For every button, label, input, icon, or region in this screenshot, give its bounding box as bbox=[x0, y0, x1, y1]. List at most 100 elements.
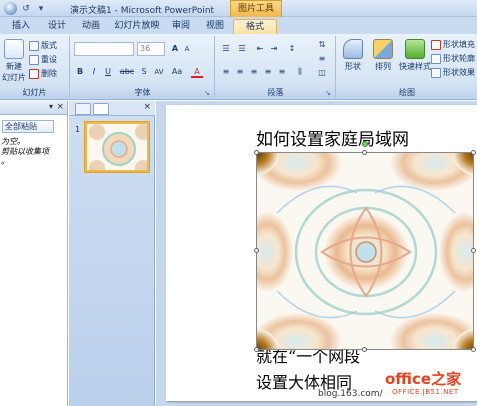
group-label-paragraph: 段落 bbox=[216, 87, 335, 98]
align-right-icon[interactable]: ≡ bbox=[248, 66, 260, 78]
bold-button[interactable]: B bbox=[74, 66, 86, 78]
clipboard-pane: ▾ × 全部粘贴 为空。 剪贴以收集项 。 bbox=[0, 101, 68, 406]
group-font: 36 A A B I U abc S AV Aa A 字体 ↘ bbox=[71, 36, 215, 98]
clipboard-text-line: 为空。 bbox=[1, 137, 25, 146]
layout-button[interactable]: 版式 bbox=[29, 40, 57, 52]
grow-font-button[interactable]: A bbox=[169, 43, 181, 55]
increase-indent-icon[interactable]: ⇥ bbox=[268, 43, 280, 55]
resize-handle[interactable] bbox=[254, 347, 259, 352]
tab-outline-view[interactable] bbox=[75, 103, 91, 115]
align-text-icon[interactable]: ≡ bbox=[316, 53, 328, 65]
slide-title[interactable]: 如何设置家庭局域网 bbox=[256, 125, 409, 150]
shape-fill-label: 形状填充 bbox=[443, 40, 475, 49]
text-direction-icon[interactable]: ⇅ bbox=[316, 39, 328, 51]
clipboard-pane-header: ▾ × bbox=[0, 101, 67, 115]
justify-icon[interactable]: ≡ bbox=[262, 66, 274, 78]
tab-review[interactable]: 审阅 bbox=[166, 19, 196, 34]
delete-label: 删除 bbox=[41, 69, 57, 78]
rotate-handle[interactable] bbox=[362, 141, 368, 147]
tab-slides-view[interactable] bbox=[93, 103, 109, 115]
dropdown-icon[interactable]: ▾ bbox=[35, 3, 47, 15]
ribbon-tabs: 插入 设计 动画 幻灯片放映 审阅 视图 格式 bbox=[0, 17, 477, 34]
arrange-icon bbox=[373, 39, 393, 59]
decrease-indent-icon[interactable]: ⇤ bbox=[254, 43, 266, 55]
font-name-combo[interactable] bbox=[74, 42, 134, 56]
shrink-font-button[interactable]: A bbox=[181, 43, 193, 55]
tab-animation[interactable]: 动画 bbox=[76, 19, 106, 34]
char-spacing-button[interactable]: AV bbox=[151, 66, 167, 78]
reset-icon bbox=[29, 55, 39, 65]
blog-watermark: blog.163.com/ bbox=[318, 389, 383, 399]
resize-handle[interactable] bbox=[362, 347, 367, 352]
undo-icon[interactable]: ↺ bbox=[20, 3, 32, 15]
arrange-button[interactable]: 排列 bbox=[369, 39, 397, 72]
line-spacing-icon[interactable]: ↕ bbox=[286, 43, 298, 55]
slide-thumbnail[interactable] bbox=[85, 122, 149, 172]
resize-handle[interactable] bbox=[254, 248, 259, 253]
bullets-icon[interactable]: ☰ bbox=[220, 43, 232, 55]
pane-options-icon[interactable]: ▾ bbox=[49, 102, 53, 111]
distribute-icon[interactable]: ≡ bbox=[276, 66, 288, 78]
resize-handle[interactable] bbox=[471, 347, 476, 352]
underline-button[interactable]: U bbox=[102, 66, 114, 78]
paste-all-button[interactable]: 全部粘贴 bbox=[2, 120, 54, 133]
shapes-icon bbox=[343, 39, 363, 59]
clipboard-text-line: 剪贴以收集项 bbox=[1, 147, 49, 156]
shape-outline-button[interactable]: 形状轮廓 bbox=[431, 53, 475, 65]
arrange-label: 排列 bbox=[375, 62, 391, 71]
office-home-domain: OFFICE.JB51.NET bbox=[392, 388, 459, 396]
clipboard-empty-message: 为空。 剪贴以收集项 。 bbox=[1, 137, 49, 167]
font-size-combo[interactable]: 36 bbox=[137, 42, 165, 56]
italic-button[interactable]: I bbox=[88, 66, 100, 78]
tab-format[interactable]: 格式 bbox=[233, 19, 277, 34]
close-icon[interactable]: × bbox=[56, 102, 64, 112]
picture-tools-context-label: 图片工具 bbox=[230, 0, 282, 17]
font-dialog-launcher-icon[interactable]: ↘ bbox=[204, 89, 212, 97]
decorative-pattern-image bbox=[257, 153, 473, 349]
slide-canvas[interactable]: 如何设置家庭局域网 就在“一个网段 设置大体相同 bbox=[166, 105, 477, 401]
numbering-icon[interactable]: ☰ bbox=[236, 43, 248, 55]
slides-pane: × 1 bbox=[69, 101, 155, 406]
resize-handle[interactable] bbox=[254, 150, 259, 155]
change-case-button[interactable]: Aa bbox=[169, 66, 185, 78]
align-center-icon[interactable]: ≡ bbox=[234, 66, 246, 78]
ribbon: 新建 幻灯片 版式 重设 删除 幻灯片 36 A A B I U abc S A… bbox=[0, 34, 477, 100]
group-label-drawing: 绘图 bbox=[337, 87, 477, 98]
office-home-logo: office之家 bbox=[385, 370, 462, 388]
shapes-button[interactable]: 形状 bbox=[339, 39, 367, 72]
tab-design[interactable]: 设计 bbox=[42, 19, 72, 34]
effects-icon bbox=[431, 68, 441, 78]
tab-slideshow[interactable]: 幻灯片放映 bbox=[112, 19, 162, 34]
reset-button[interactable]: 重设 bbox=[29, 54, 57, 66]
title-bar: ↺ ▾ 演示文稿1 - Microsoft PowerPoint 图片工具 bbox=[0, 0, 477, 17]
quick-access-toolbar: ↺ ▾ bbox=[4, 2, 47, 15]
text-shadow-button[interactable]: S bbox=[138, 66, 150, 78]
paragraph-dialog-launcher-icon[interactable]: ↘ bbox=[325, 89, 333, 97]
group-label-slides: 幻灯片 bbox=[0, 87, 69, 98]
resize-handle[interactable] bbox=[471, 150, 476, 155]
tab-insert[interactable]: 插入 bbox=[6, 19, 36, 34]
close-icon[interactable]: × bbox=[143, 102, 151, 112]
shape-effects-button[interactable]: 形状效果 bbox=[431, 67, 475, 79]
shape-fill-button[interactable]: 形状填充 bbox=[431, 39, 475, 51]
columns-icon[interactable]: ⫼ bbox=[294, 66, 306, 78]
window-title: 演示文稿1 - Microsoft PowerPoint bbox=[70, 6, 215, 16]
smartart-icon[interactable]: ◫ bbox=[316, 67, 328, 79]
selected-picture[interactable] bbox=[256, 152, 474, 350]
new-slide-button[interactable]: 新建 幻灯片 bbox=[0, 39, 28, 83]
quick-styles-button[interactable]: 快速样式 bbox=[397, 39, 433, 72]
office-button-icon[interactable] bbox=[4, 2, 17, 15]
tab-view[interactable]: 视图 bbox=[200, 19, 230, 34]
resize-handle[interactable] bbox=[471, 248, 476, 253]
group-slides: 新建 幻灯片 版式 重设 删除 幻灯片 bbox=[0, 36, 70, 98]
strikethrough-button[interactable]: abc bbox=[118, 66, 136, 78]
pen-icon bbox=[431, 54, 441, 64]
font-color-button[interactable]: A bbox=[191, 66, 203, 78]
delete-icon bbox=[29, 69, 39, 79]
resize-handle[interactable] bbox=[362, 150, 367, 155]
paint-bucket-icon bbox=[431, 40, 441, 50]
quick-styles-label: 快速样式 bbox=[399, 62, 431, 71]
shapes-label: 形状 bbox=[345, 62, 361, 71]
align-left-icon[interactable]: ≡ bbox=[220, 66, 232, 78]
delete-button[interactable]: 删除 bbox=[29, 68, 57, 80]
